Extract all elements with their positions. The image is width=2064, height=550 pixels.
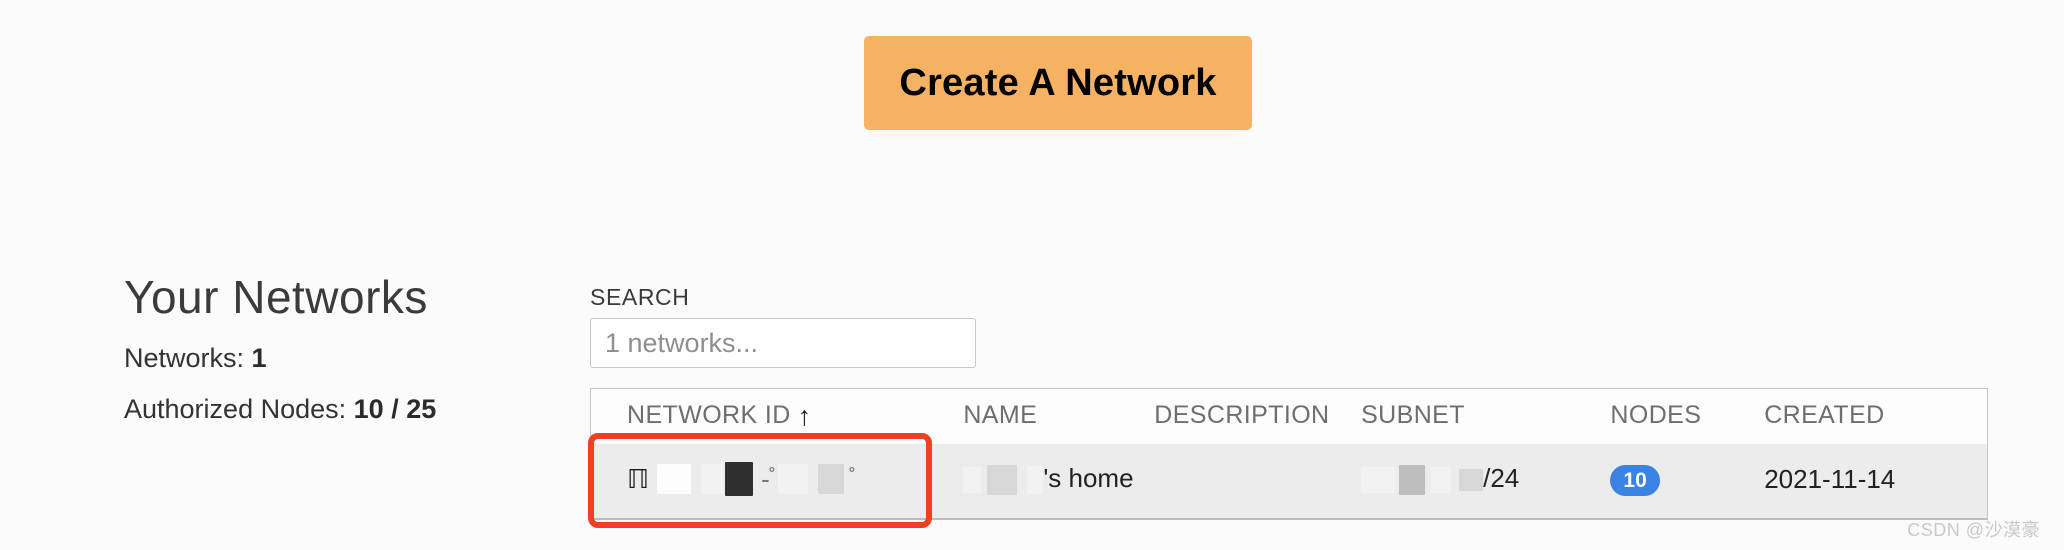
column-header-network-id[interactable]: NETWORK ID ↑ (591, 389, 964, 444)
redaction-block (725, 462, 754, 497)
redaction-block (817, 464, 844, 495)
stat-authorized-nodes-label: Authorized Nodes: (124, 393, 347, 424)
cell-name: 's home (963, 444, 1155, 519)
cell-created: 2021-11-14 (1764, 444, 1987, 519)
search-input[interactable] (590, 318, 976, 368)
redaction-block (963, 467, 982, 494)
column-header-network-id-label: NETWORK ID (627, 401, 791, 429)
cell-nodes: 10 (1610, 444, 1765, 519)
sort-ascending-icon: ↑ (797, 401, 812, 431)
table-row[interactable]: ℿ​‑ ̊̊ 's home /24 10 2021-11-14 (591, 444, 1987, 519)
networks-table: NETWORK ID ↑ NAME DESCRIPTION SUBNET NODE… (590, 388, 1988, 521)
redaction-block (1399, 465, 1426, 496)
cell-subnet-text: /24 (1483, 463, 1520, 493)
cell-name-text: 's home (1043, 463, 1134, 493)
column-header-created[interactable]: CREATED (1764, 389, 1987, 444)
stat-networks-label: Networks: (124, 342, 245, 373)
stat-networks: Networks: 1 (124, 343, 544, 374)
cell-network-id[interactable]: ℿ​‑ ̊̊ (591, 444, 964, 519)
network-id-visible-fragment: ℿ​ (627, 464, 650, 495)
redaction-block (987, 465, 1018, 496)
column-header-name[interactable]: NAME (963, 389, 1155, 444)
page-title: Your Networks (124, 271, 428, 323)
watermark: CSDN @沙漠豪 (1907, 520, 2040, 540)
redaction-block (777, 464, 808, 495)
cell-description (1154, 444, 1362, 519)
cell-subnet: /24 (1361, 444, 1611, 519)
column-header-nodes[interactable]: NODES (1610, 389, 1765, 444)
redaction-block (1027, 466, 1044, 495)
redaction-block (1431, 467, 1452, 494)
network-id-visible-fragment: ‑ ̊ (761, 464, 772, 495)
redaction-block (701, 464, 724, 495)
stat-authorized-nodes: Authorized Nodes: 10 / 25 (124, 394, 544, 425)
stat-authorized-nodes-value: 10 / 25 (353, 393, 437, 424)
column-header-subnet[interactable]: SUBNET (1361, 389, 1611, 444)
table-header-row: NETWORK ID ↑ NAME DESCRIPTION SUBNET NODE… (591, 389, 1987, 444)
redaction-block (657, 464, 692, 495)
nodes-count-badge: 10 (1610, 464, 1660, 496)
column-header-description[interactable]: DESCRIPTION (1154, 389, 1362, 444)
redaction-block (1459, 469, 1484, 492)
redaction-block (1361, 467, 1396, 494)
search-label: SEARCH (590, 284, 690, 310)
networks-summary-panel: Your Networks Networks: 1 Authorized Nod… (124, 272, 544, 425)
create-network-button[interactable]: Create A Network (864, 36, 1252, 130)
search-section: SEARCH (590, 284, 976, 368)
stat-networks-value: 1 (251, 342, 267, 373)
